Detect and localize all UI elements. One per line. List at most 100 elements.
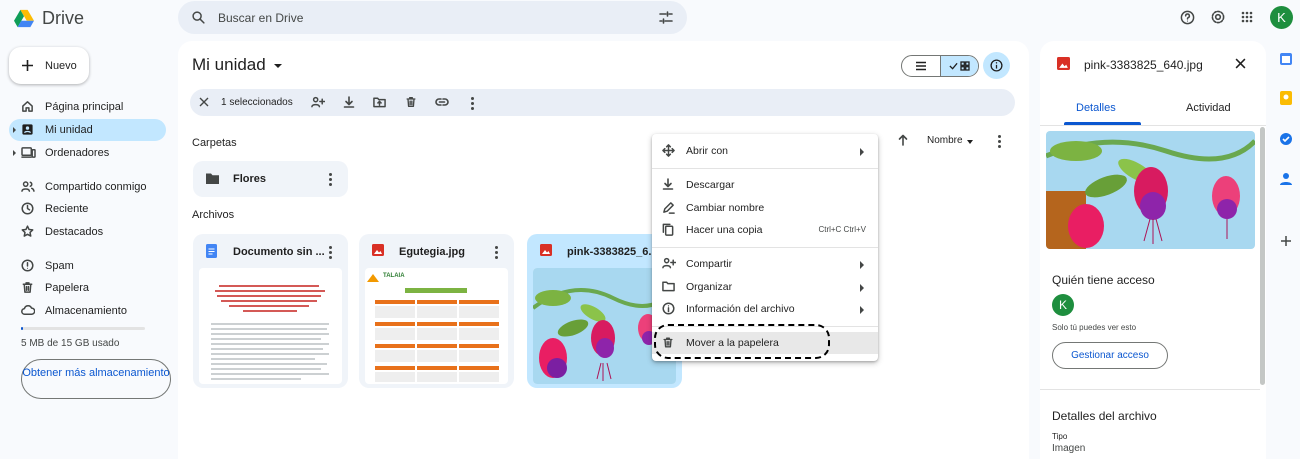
cloud-icon: [21, 305, 35, 315]
file-details-heading: Detalles del archivo: [1052, 409, 1157, 423]
manage-access-button[interactable]: Gestionar acceso: [1052, 342, 1168, 369]
tab-details[interactable]: Detalles: [1076, 102, 1116, 114]
grid-view-icon: [960, 61, 970, 71]
sidebar-item-computers[interactable]: Ordenadores: [9, 142, 166, 164]
sidebar-item-storage[interactable]: Almacenamiento: [9, 300, 166, 322]
sidebar-item-label: Destacados: [45, 226, 104, 238]
sidebar-item-shared-with-me[interactable]: Compartido conmigo: [9, 176, 166, 198]
calendar-brand-text: TALAIA: [383, 273, 405, 279]
view-toggle[interactable]: [901, 55, 979, 77]
menu-item-label: Compartir: [686, 258, 733, 270]
list-view-button[interactable]: [902, 56, 940, 76]
search-icon[interactable]: [192, 11, 205, 24]
new-button[interactable]: Nuevo: [9, 47, 89, 84]
add-app-plus-icon[interactable]: [1280, 235, 1292, 247]
shared-people-icon: [21, 181, 35, 192]
folder-more-options-icon[interactable]: [329, 173, 332, 186]
clear-selection-close-icon[interactable]: [199, 97, 209, 107]
menu-item-share[interactable]: Compartir: [652, 253, 878, 275]
menu-divider: [652, 168, 878, 169]
file-card[interactable]: Egutegia.jpg TALAIA: [359, 234, 514, 388]
menu-item-file-info[interactable]: Información del archivo: [652, 298, 878, 320]
folder-item[interactable]: Flores: [193, 161, 348, 197]
new-button-label: Nuevo: [45, 60, 77, 72]
close-icon[interactable]: [1235, 58, 1246, 69]
trash-icon: [22, 282, 33, 293]
contacts-app-icon[interactable]: [1280, 172, 1292, 186]
sidebar-item-recent[interactable]: Reciente: [9, 198, 166, 220]
tab-activity[interactable]: Actividad: [1186, 102, 1231, 114]
sidebar-item-trash[interactable]: Papelera: [9, 277, 166, 299]
drive-logo[interactable]: Drive: [14, 6, 84, 30]
menu-item-open-with[interactable]: Abrir con: [652, 140, 878, 162]
menu-item-label: Abrir con: [686, 145, 729, 157]
details-panel: [1040, 41, 1266, 459]
sort-by-name-button[interactable]: Nombre: [927, 135, 963, 146]
sort-more-options-icon[interactable]: [998, 135, 1001, 148]
search-placeholder[interactable]: Buscar en Drive: [218, 11, 303, 25]
sidebar-item-my-drive[interactable]: Mi unidad: [9, 119, 166, 141]
file-name: Documento sin ...: [233, 246, 325, 258]
panel-scrollbar[interactable]: [1260, 127, 1265, 385]
menu-item-label: Descargar: [686, 179, 735, 191]
sidebar-item-starred[interactable]: Destacados: [9, 221, 166, 243]
grid-view-button[interactable]: [939, 56, 978, 76]
expand-caret-icon[interactable]: [13, 127, 16, 133]
details-info-button[interactable]: [983, 52, 1010, 79]
divider: [1040, 389, 1260, 390]
expand-caret-icon[interactable]: [13, 150, 16, 156]
sort-direction-arrow-up-icon[interactable]: [898, 134, 908, 146]
filter-options-icon[interactable]: [659, 11, 673, 24]
page-title[interactable]: Mi unidad: [192, 55, 283, 75]
file-more-options-icon[interactable]: [329, 246, 332, 259]
download-icon[interactable]: [343, 96, 355, 108]
file-more-options-icon[interactable]: [495, 246, 498, 259]
move-to-folder-icon[interactable]: [373, 96, 386, 108]
help-icon[interactable]: [1180, 10, 1195, 25]
copy-link-icon[interactable]: [435, 97, 449, 107]
info-icon: [990, 59, 1003, 72]
clock-icon: [21, 202, 34, 215]
download-icon: [662, 178, 674, 190]
sidebar-item-label: Papelera: [45, 282, 90, 294]
menu-item-shortcut: Ctrl+C Ctrl+V: [818, 225, 866, 234]
file-name: Egutegia.jpg: [399, 246, 465, 258]
menu-item-organize[interactable]: Organizar: [652, 276, 878, 298]
share-add-person-icon[interactable]: [311, 96, 325, 108]
menu-item-label: Organizar: [686, 281, 733, 293]
selection-toolbar: 1 seleccionados: [190, 89, 1015, 116]
settings-gear-icon[interactable]: [1210, 9, 1226, 25]
star-icon: [21, 225, 34, 237]
file-card[interactable]: Documento sin ...: [193, 234, 348, 388]
tasks-app-icon[interactable]: [1279, 132, 1293, 146]
info-icon: [662, 302, 675, 315]
owner-avatar[interactable]: K: [1052, 294, 1074, 316]
apps-grid-icon[interactable]: [1241, 11, 1253, 23]
menu-item-download[interactable]: Descargar: [652, 174, 878, 196]
calendar-preview-image: [367, 274, 499, 382]
sidebar-item-label: Página principal: [45, 101, 124, 113]
more-actions-icon[interactable]: [471, 97, 474, 110]
folder-name: Flores: [233, 173, 267, 185]
menu-item-label: Cambiar nombre: [686, 202, 765, 214]
get-more-storage-button[interactable]: Obtener más almacenamiento: [21, 359, 171, 399]
sidebar-item-home[interactable]: Página principal: [9, 96, 166, 118]
sidebar-item-label: Ordenadores: [45, 147, 110, 159]
sidebar-item-spam[interactable]: Spam: [9, 255, 166, 277]
search-bar[interactable]: Buscar en Drive: [178, 1, 687, 34]
details-preview-image[interactable]: [1046, 131, 1255, 249]
storage-usage-bar: [21, 327, 145, 330]
menu-item-rename[interactable]: Cambiar nombre: [652, 197, 878, 219]
menu-item-make-copy[interactable]: Hacer una copia Ctrl+C Ctrl+V: [652, 219, 878, 241]
storage-usage-fill: [21, 327, 23, 330]
open-with-move-icon: [662, 144, 675, 157]
app-name: Drive: [41, 7, 84, 28]
calendar-app-icon[interactable]: [1279, 52, 1293, 66]
sidebar-item-label: Compartido conmigo: [45, 181, 147, 193]
sidebar-item-label: Almacenamiento: [45, 305, 127, 317]
delete-trash-icon[interactable]: [405, 96, 417, 108]
keep-app-icon[interactable]: [1280, 91, 1292, 105]
menu-divider: [652, 247, 878, 248]
fuchsia-flower-image: [1046, 131, 1255, 249]
account-avatar[interactable]: K: [1270, 6, 1293, 29]
